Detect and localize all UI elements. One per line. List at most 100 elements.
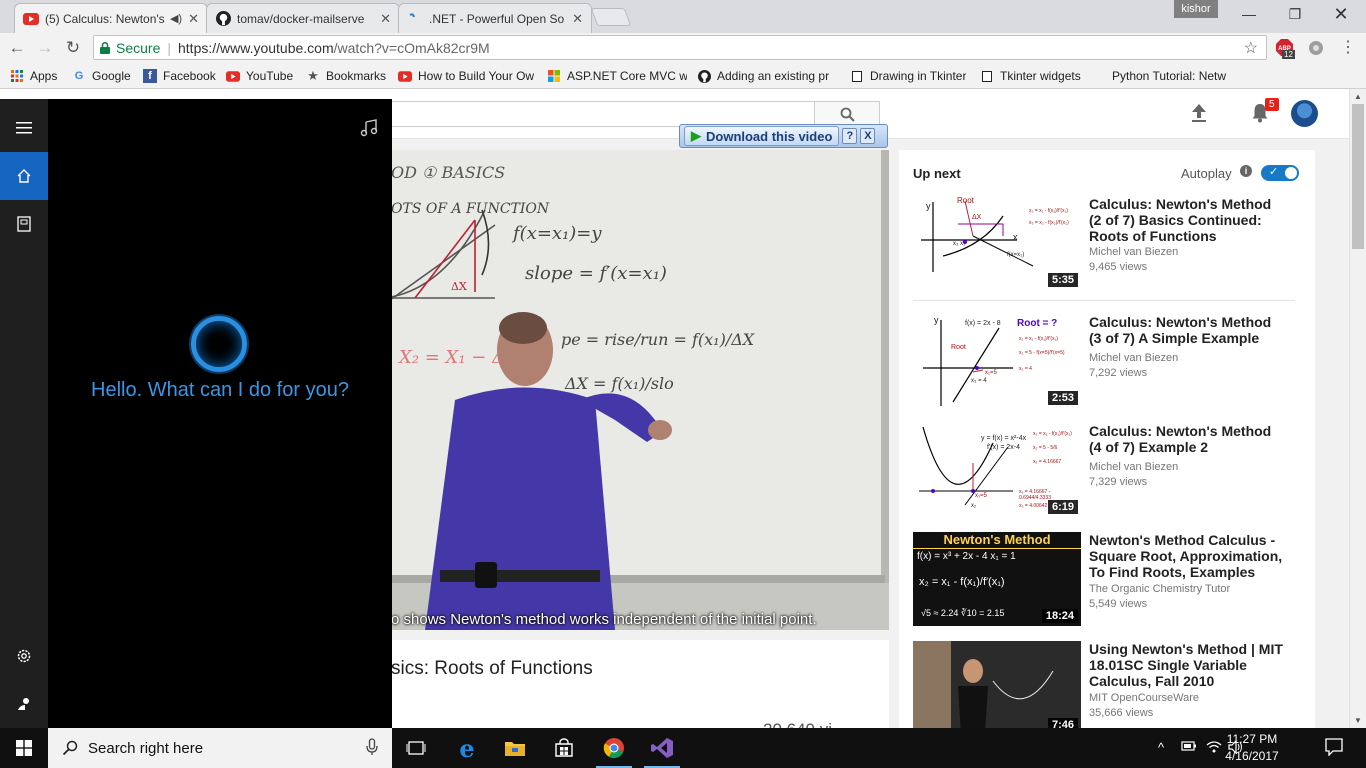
video-thumbnail[interactable]: y f(x) = 2x - 8 Root = ? Root x₃ = 4 x₁=… [913, 314, 1081, 408]
tab-close-icon[interactable]: ✕ [188, 11, 199, 27]
facebook-icon: f [143, 69, 157, 83]
page-scrollbar[interactable]: ▲ ▼ [1349, 89, 1366, 728]
hamburger-menu-icon[interactable] [0, 104, 48, 152]
scroll-up-icon[interactable]: ▲ [1354, 92, 1362, 101]
upnext-item-channel[interactable]: The Organic Chemistry Tutor [1089, 583, 1230, 595]
new-tab-button[interactable] [590, 8, 632, 26]
bookmark-label: Python Tutorial: Netw [1112, 69, 1227, 83]
edge-icon[interactable]: e [443, 728, 491, 768]
avatar[interactable] [1291, 100, 1318, 127]
close-icon[interactable]: X [860, 128, 876, 144]
download-video-button[interactable]: ▶ Download this video [684, 126, 840, 146]
upnext-item[interactable]: y = f(x) = x²-4x f′(x) = 2x-4 x₂ = x₁ - … [913, 423, 1303, 518]
upload-icon[interactable] [1190, 103, 1208, 123]
profile-chip[interactable]: kishor [1174, 0, 1218, 18]
bookmark-star-icon[interactable]: ☆ [1244, 38, 1258, 58]
bookmark-python[interactable]: Python Tutorial: Netw [1112, 67, 1230, 85]
taskbar-clock[interactable]: 11:27 PM 4/16/2017 [1220, 731, 1284, 765]
upnext-item-channel[interactable]: Michel van Biezen [1089, 461, 1178, 473]
search-icon [840, 107, 855, 122]
cortana-greeting: Hello. What can I do for you? [91, 379, 349, 401]
chrome-icon[interactable] [590, 728, 638, 768]
video-thumbnail[interactable]: y = f(x) = x²-4x f′(x) = 2x-4 x₂ = x₁ - … [913, 423, 1081, 517]
upnext-item[interactable]: y Root ΔX x x₃ x₂ f(x=x₁) x₂ = x₁ - f(x₁… [913, 196, 1303, 291]
adblock-icon[interactable]: ABP 12 [1276, 39, 1295, 59]
bookmark-facebook[interactable]: f Facebook [143, 67, 216, 85]
info-icon[interactable]: i [1240, 165, 1252, 177]
upnext-item[interactable]: 7:46 Using Newton's Method | MIT 18.01SC… [913, 641, 1303, 728]
video-thumbnail[interactable]: 7:46 [913, 641, 1081, 728]
tab-dotnet[interactable]: .NET - Powerful Open So ✕ [398, 3, 592, 33]
thumb-line: √5 ≈ 2.24 ∛10 = 2.15 [921, 608, 1005, 618]
thumb-label: x [1013, 232, 1018, 242]
video-thumbnail[interactable]: Newton's Method f(x) = x³ + 2x - 4 x₁ = … [913, 532, 1081, 626]
task-view-icon[interactable] [392, 728, 440, 768]
bookmark-youtube[interactable]: YouTube [226, 67, 293, 85]
forward-arrow-icon[interactable]: → [34, 37, 56, 59]
music-icon[interactable] [360, 119, 378, 140]
video-player[interactable]: OD ① BASICS OTS OF A FUNCTION f(x=x₁)=y … [385, 150, 889, 630]
battery-icon[interactable] [1181, 740, 1197, 755]
chevron-up-icon[interactable]: ^ [1158, 740, 1164, 755]
tab-close-icon[interactable]: ✕ [572, 11, 583, 27]
thumb-label: Root = ? [1017, 318, 1058, 329]
scrollbar-thumb[interactable] [1352, 104, 1364, 249]
bookmark-google[interactable]: G Google [72, 67, 131, 85]
store-icon[interactable] [540, 728, 588, 768]
upnext-item-channel[interactable]: Michel van Biezen [1089, 352, 1178, 364]
speaker-icon[interactable]: ◀) [170, 12, 182, 25]
upnext-item[interactable]: Newton's Method f(x) = x³ + 2x - 4 x₁ = … [913, 532, 1303, 627]
chrome-menu-icon[interactable]: ⋮ [1340, 37, 1356, 57]
bookmark-apps[interactable]: Apps [10, 67, 57, 85]
bookmark-tkinter[interactable]: Tkinter widgets [980, 67, 1081, 85]
home-icon[interactable] [0, 152, 48, 200]
upnext-item-title[interactable]: Calculus: Newton's Method (2 of 7) Basic… [1089, 196, 1285, 244]
url-separator: | [167, 39, 171, 56]
settings-gear-icon[interactable] [0, 632, 48, 680]
taskbar-search-box[interactable]: Search right here [48, 728, 392, 768]
tab-github[interactable]: tomav/docker-mailserve ✕ [206, 3, 400, 33]
windows-start-icon[interactable] [0, 728, 48, 768]
upnext-item-title[interactable]: Calculus: Newton's Method (4 of 7) Examp… [1089, 423, 1285, 455]
presenter-figure [425, 312, 672, 630]
minimize-icon[interactable]: — [1226, 0, 1272, 28]
tab-youtube[interactable]: (5) Calculus: Newton's ◀) ✕ [14, 3, 208, 33]
tab-close-icon[interactable]: ✕ [380, 11, 391, 27]
autoplay-toggle[interactable]: ✓ [1261, 165, 1299, 181]
up-next-panel: Up next Autoplay i ✓ y Root ΔX x x₃ x₂ f… [899, 150, 1315, 728]
bookmark-aspnet[interactable]: ASP.NET Core MVC w [547, 67, 687, 85]
bookmark-existing[interactable]: Adding an existing pr [697, 67, 839, 85]
bookmark-drawing[interactable]: Drawing in Tkinter [850, 67, 966, 85]
upnext-item-channel[interactable]: Michel van Biezen [1089, 246, 1178, 258]
file-explorer-icon[interactable] [491, 728, 539, 768]
reload-icon[interactable]: ↻ [62, 37, 84, 59]
upnext-item[interactable]: y f(x) = 2x - 8 Root = ? Root x₃ = 4 x₁=… [913, 314, 1303, 409]
restore-icon[interactable]: ❐ [1272, 0, 1318, 28]
action-center-icon[interactable] [1325, 738, 1343, 759]
visual-studio-icon[interactable] [638, 728, 686, 768]
window-close-icon[interactable]: ✕ [1318, 0, 1364, 28]
url-text[interactable]: https://www.youtube.com/watch?v=cOmAk82c… [178, 40, 490, 56]
help-icon[interactable]: ? [842, 128, 858, 144]
upnext-item-title[interactable]: Calculus: Newton's Method (3 of 7) A Sim… [1089, 314, 1285, 346]
video-thumbnail[interactable]: y Root ΔX x x₃ x₂ f(x=x₁) x₂ = x₁ - f(x₁… [913, 196, 1081, 290]
upnext-item-title[interactable]: Using Newton's Method | MIT 18.01SC Sing… [1089, 641, 1285, 689]
notification-badge: 5 [1265, 98, 1279, 111]
address-bar[interactable]: Secure | https://www.youtube.com/watch?v… [93, 35, 1267, 60]
thumb-line: x₂ = x₁ - f(x₁)/f′(x₁) [919, 576, 1005, 588]
thumb-label: x₂ = 5 - f(x=5)/f′(x=5) [1019, 350, 1065, 356]
scroll-down-icon[interactable]: ▼ [1354, 716, 1362, 725]
microphone-icon[interactable] [366, 738, 378, 756]
feedback-icon[interactable] [0, 680, 48, 728]
extension-icon[interactable] [1308, 40, 1324, 56]
thumb-label: x₃ = 4.00642 [1019, 503, 1048, 509]
dotnet-icon [407, 11, 423, 27]
play-icon: ▶ [691, 128, 701, 143]
back-arrow-icon[interactable]: ← [6, 37, 28, 59]
bookmark-build[interactable]: How to Build Your Ow [398, 67, 538, 85]
thumb-label: y = f(x) = x²-4x [981, 435, 1027, 442]
notebook-icon[interactable] [0, 200, 48, 248]
bookmark-bookmarks[interactable]: ★ Bookmarks [306, 67, 386, 85]
upnext-item-channel[interactable]: MIT OpenCourseWare [1089, 692, 1199, 704]
upnext-item-title[interactable]: Newton's Method Calculus - Square Root, … [1089, 532, 1285, 580]
